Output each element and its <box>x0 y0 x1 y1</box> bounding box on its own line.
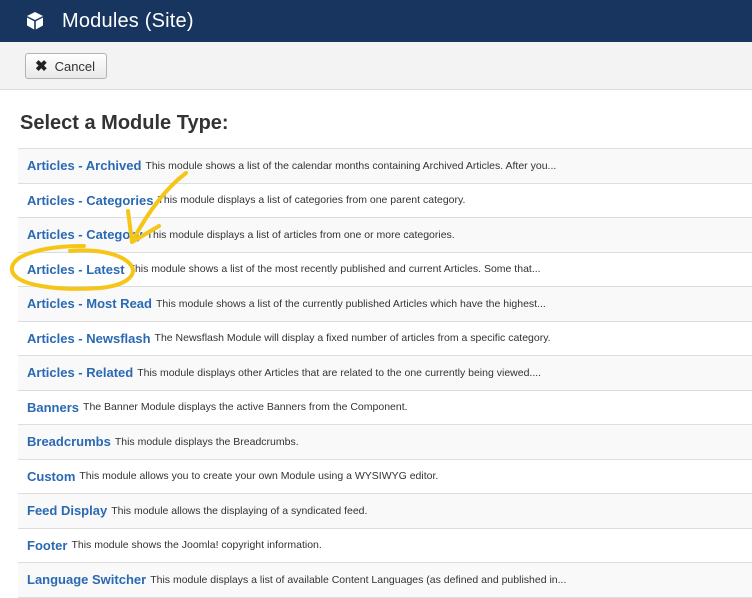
module-link-articles-related[interactable]: Articles - Related <box>27 365 133 380</box>
module-description: This module displays other Articles that… <box>137 366 542 379</box>
list-item: Custom This module allows you to create … <box>18 460 752 494</box>
toolbar: ✖ Cancel <box>0 42 752 90</box>
list-item: Banners The Banner Module displays the a… <box>18 391 752 425</box>
module-description: This module allows the displaying of a s… <box>111 504 368 517</box>
module-link-articles-category[interactable]: Articles - Category <box>27 227 143 242</box>
page-title: Select a Module Type: <box>20 112 229 134</box>
module-description: This module allows you to create your ow… <box>79 470 439 483</box>
module-link-articles-archived[interactable]: Articles - Archived <box>27 158 141 173</box>
module-description: This module shows a list of the most rec… <box>128 263 541 276</box>
list-item: Articles - Archived This module shows a … <box>18 149 752 184</box>
module-description: This module displays the Breadcrumbs. <box>114 435 299 448</box>
cancel-button-label: Cancel <box>54 58 96 74</box>
list-item: Feed Display This module allows the disp… <box>18 494 752 529</box>
module-link-footer[interactable]: Footer <box>27 538 67 553</box>
module-link-articles-categories[interactable]: Articles - Categories <box>27 193 153 208</box>
module-description: This module displays a list of categorie… <box>157 194 466 207</box>
list-item: Breadcrumbs This module displays the Bre… <box>18 425 752 460</box>
module-link-banners[interactable]: Banners <box>27 400 79 415</box>
module-description: This module displays a list of available… <box>150 573 567 586</box>
cancel-button[interactable]: ✖ Cancel <box>25 53 108 79</box>
module-description: This module shows the Joomla! copyright … <box>71 539 322 552</box>
module-link-breadcrumbs[interactable]: Breadcrumbs <box>27 434 111 449</box>
list-item: Articles - Latest This module shows a li… <box>18 253 752 287</box>
module-link-language-switcher[interactable]: Language Switcher <box>27 572 146 587</box>
list-item: Language Switcher This module displays a… <box>18 563 752 598</box>
module-link-custom[interactable]: Custom <box>27 469 75 484</box>
module-description: This module shows a list of the calendar… <box>145 159 557 172</box>
app-header: Modules (Site) <box>0 0 752 42</box>
list-item: Articles - Newsflash The Newsflash Modul… <box>18 322 752 356</box>
list-item: Footer This module shows the Joomla! cop… <box>18 529 752 563</box>
module-link-feed-display[interactable]: Feed Display <box>27 503 107 518</box>
module-type-list: Articles - Archived This module shows a … <box>18 148 752 598</box>
page-header-title: Modules (Site) <box>62 9 194 32</box>
cube-icon <box>24 10 46 32</box>
module-description: The Newsflash Module will display a fixe… <box>154 332 551 345</box>
list-item: Articles - Categories This module displa… <box>18 184 752 218</box>
module-description: The Banner Module displays the active Ba… <box>83 401 408 414</box>
module-link-articles-most-read[interactable]: Articles - Most Read <box>27 296 152 311</box>
module-description: This module shows a list of the currentl… <box>155 297 546 310</box>
list-item: Articles - Category This module displays… <box>18 218 752 253</box>
list-item: Articles - Most Read This module shows a… <box>18 287 752 322</box>
close-icon: ✖ <box>35 57 48 75</box>
list-item: Articles - Related This module displays … <box>18 356 752 391</box>
module-link-articles-newsflash[interactable]: Articles - Newsflash <box>27 331 151 346</box>
module-link-articles-latest[interactable]: Articles - Latest <box>27 262 125 277</box>
module-description: This module displays a list of articles … <box>146 228 455 241</box>
